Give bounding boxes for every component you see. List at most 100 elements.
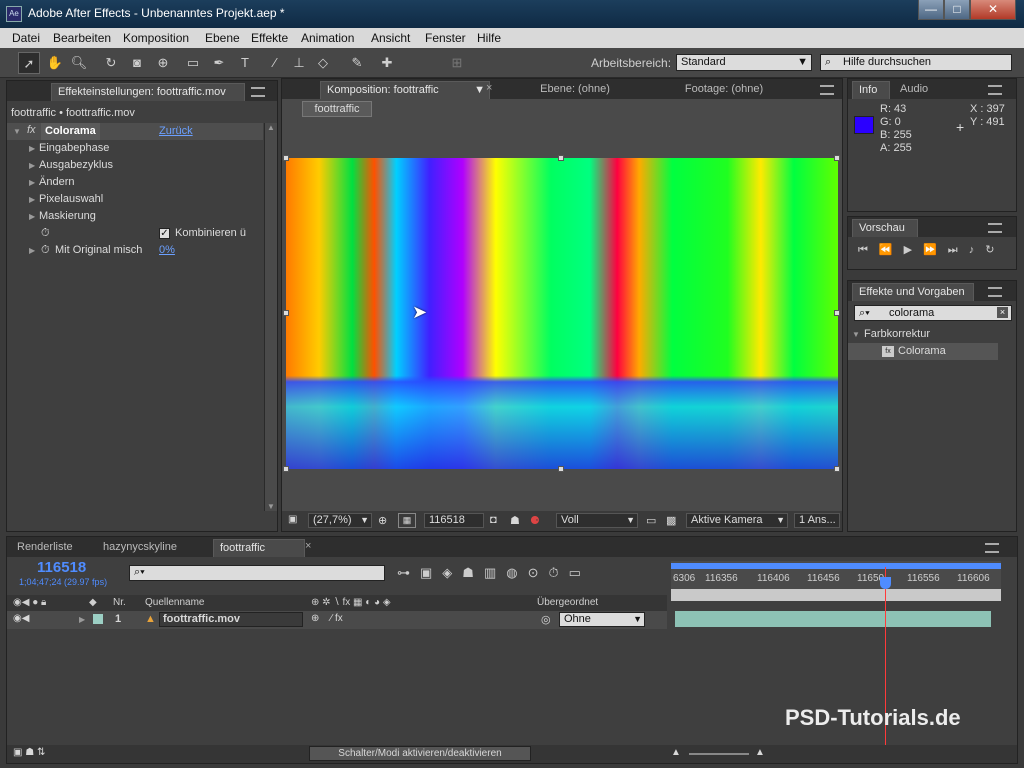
maximize-button[interactable]: □ (944, 0, 970, 20)
tab-effects-presets[interactable]: Effekte und Vorgaben (852, 283, 974, 301)
effect-row-colorama[interactable]: ▼ fx Colorama Zurück (7, 123, 263, 140)
scroll-down-icon[interactable]: ▼ (267, 502, 275, 511)
playhead-handle-icon[interactable] (880, 577, 891, 589)
parent-pickwhip-icon[interactable]: ◎ (541, 613, 551, 626)
prev-frame-icon[interactable]: ⏪ (879, 244, 904, 256)
effect-item-colorama[interactable]: fx Colorama (848, 343, 998, 360)
help-search-input[interactable]: ⌕ Hilfe durchsuchen (820, 54, 1012, 71)
tab-audio[interactable]: Audio (894, 81, 944, 99)
time-navigator[interactable] (671, 589, 1001, 601)
panel-menu-icon[interactable] (985, 543, 999, 553)
views-select[interactable]: 1 Ans... (794, 513, 840, 528)
zoom-tool-icon[interactable]: 🔍︎ (68, 52, 90, 74)
show-snapshot-icon[interactable]: ☗ (510, 514, 520, 527)
snap-icon[interactable]: ⊞ (446, 52, 468, 74)
menu-datei[interactable]: Datei (12, 31, 40, 45)
frame-blending-icon[interactable]: ▥ (484, 565, 506, 580)
loop-icon[interactable]: ↻ (985, 244, 1005, 256)
time-ruler[interactable]: 6306 116356 116406 116456 11650 116556 1… (671, 561, 1001, 601)
scroll-up-icon[interactable]: ▲ (267, 123, 275, 132)
comp-nav-button[interactable]: foottraffic (302, 101, 372, 117)
puppet-pin-tool-icon[interactable]: ✚ (376, 52, 398, 74)
menu-hilfe[interactable]: Hilfe (477, 31, 501, 45)
snapshot-icon[interactable]: ◘ (490, 514, 497, 526)
region-of-interest-icon[interactable]: ▭ (646, 514, 656, 527)
next-frame-icon[interactable]: ⏩ (923, 244, 948, 256)
zoom-slider[interactable] (689, 753, 749, 755)
combine-checkbox[interactable]: ✓ (159, 228, 170, 239)
tab-info[interactable]: Info (852, 81, 890, 99)
expand-triangle-icon[interactable]: ▶ (29, 174, 35, 191)
panel-menu-icon[interactable] (820, 85, 834, 95)
param-row[interactable]: ▶ Ausgabezyklus (7, 157, 263, 174)
graph-editor-icon[interactable]: ▭ (569, 565, 591, 580)
close-tab-icon[interactable]: × (305, 540, 311, 552)
toggle-switches-modes-button[interactable]: Schalter/Modi aktivieren/deaktivieren (309, 746, 531, 761)
tab-effect-controls[interactable]: Effekteinstellungen: foottraffic.mov (51, 83, 245, 101)
hide-shy-icon[interactable]: ☗ (462, 565, 484, 580)
close-window-button[interactable]: ✕ (970, 0, 1016, 20)
rectangle-tool-icon[interactable]: ▭ (182, 52, 204, 74)
first-frame-icon[interactable]: ⏮ (858, 244, 879, 256)
layer-switches[interactable]: ⊕ ∕ fx (311, 613, 343, 624)
param-row[interactable]: ▶ Maskierung (7, 208, 263, 225)
pen-tool-icon[interactable]: ✒ (208, 52, 230, 74)
fx-icon[interactable]: fx (27, 124, 36, 136)
chevron-down-icon[interactable]: ▼ (474, 82, 485, 99)
tab-composition[interactable]: Komposition: foottraffic ▼ (320, 81, 490, 99)
play-icon[interactable]: ▶ (904, 244, 923, 256)
hand-tool-icon[interactable]: ✋ (44, 52, 66, 74)
scrollbar[interactable]: ▲ ▼ (264, 123, 277, 511)
expand-triangle-icon[interactable]: ▼ (852, 326, 860, 343)
expand-triangle-icon[interactable]: ▼ (13, 127, 21, 136)
layer-name[interactable]: foottraffic.mov (159, 612, 303, 627)
zoom-out-icon[interactable]: ▲ (671, 747, 681, 758)
param-row[interactable]: ▶ Pixelauswahl (7, 191, 263, 208)
effects-search-input[interactable]: ⌕▾ colorama × (854, 305, 1012, 321)
layer-duration-bar[interactable] (675, 611, 991, 627)
draft-3d-icon[interactable]: ◈ (442, 565, 462, 580)
layer-handle[interactable] (834, 155, 840, 161)
expand-triangle-icon[interactable]: ▶ (29, 191, 35, 208)
composition-viewer-image[interactable] (286, 158, 838, 469)
tab-foottraffic[interactable]: foottraffic (213, 539, 305, 557)
safe-margins-icon[interactable]: ⊕ (378, 514, 387, 527)
menu-komposition[interactable]: Komposition (123, 31, 189, 45)
tab-render-queue[interactable]: Renderliste (11, 539, 91, 557)
workspace-select[interactable]: Standard ▼ (676, 54, 812, 71)
menu-fenster[interactable]: Fenster (425, 31, 466, 45)
current-time-display[interactable]: 116518 (37, 559, 86, 576)
stopwatch-icon[interactable]: ⏱ (41, 225, 50, 242)
zoom-select[interactable]: (27,7%) ▼ (308, 513, 372, 528)
footer-toggle-icons[interactable]: ▣ ☗ ⇅ (13, 747, 45, 758)
transparency-grid-icon[interactable]: ▩ (666, 514, 676, 527)
tab-layer[interactable]: Ebene: (ohne) (502, 81, 642, 99)
clone-stamp-tool-icon[interactable]: ⊥ (288, 52, 310, 74)
stopwatch-icon[interactable]: ⏱ (41, 242, 50, 259)
selection-tool-icon[interactable]: ➚ (18, 52, 40, 74)
layer-label-color[interactable] (93, 614, 103, 624)
layer-handle[interactable] (834, 310, 840, 316)
live-update-icon[interactable]: ▣ (420, 565, 442, 580)
table-row[interactable]: ◉◀ ▶ 1 ▲ foottraffic.mov ⊕ ∕ fx ◎ Ohne ▼ (7, 611, 667, 629)
camera-tool-icon[interactable]: ◙ (126, 52, 148, 74)
auto-keyframe-icon[interactable]: ⏱ (549, 565, 569, 580)
layer-handle[interactable] (283, 466, 289, 472)
visibility-icon[interactable]: ◉◀ (13, 613, 29, 624)
brush-tool-icon[interactable]: ⁄ (264, 52, 286, 74)
menu-effekte[interactable]: Effekte (251, 31, 288, 45)
menu-ebene[interactable]: Ebene (205, 31, 240, 45)
param-row[interactable]: ▶ Ändern (7, 174, 263, 191)
resolution-select[interactable]: Voll ▼ (556, 513, 638, 528)
category-row[interactable]: ▼ Farbkorrektur (848, 326, 1016, 343)
tab-preview[interactable]: Vorschau (852, 219, 918, 237)
expand-triangle-icon[interactable]: ▶ (29, 140, 35, 157)
timeline-search-input[interactable]: ⌕▾ (129, 565, 385, 581)
menu-animation[interactable]: Animation (301, 31, 354, 45)
blend-value[interactable]: 0% (159, 242, 175, 259)
panel-menu-icon[interactable] (251, 87, 265, 97)
param-row[interactable]: ▶ Eingabephase (7, 140, 263, 157)
layer-handle[interactable] (834, 466, 840, 472)
rotate-tool-icon[interactable]: ↻ (100, 52, 122, 74)
panel-menu-icon[interactable] (988, 85, 1002, 95)
